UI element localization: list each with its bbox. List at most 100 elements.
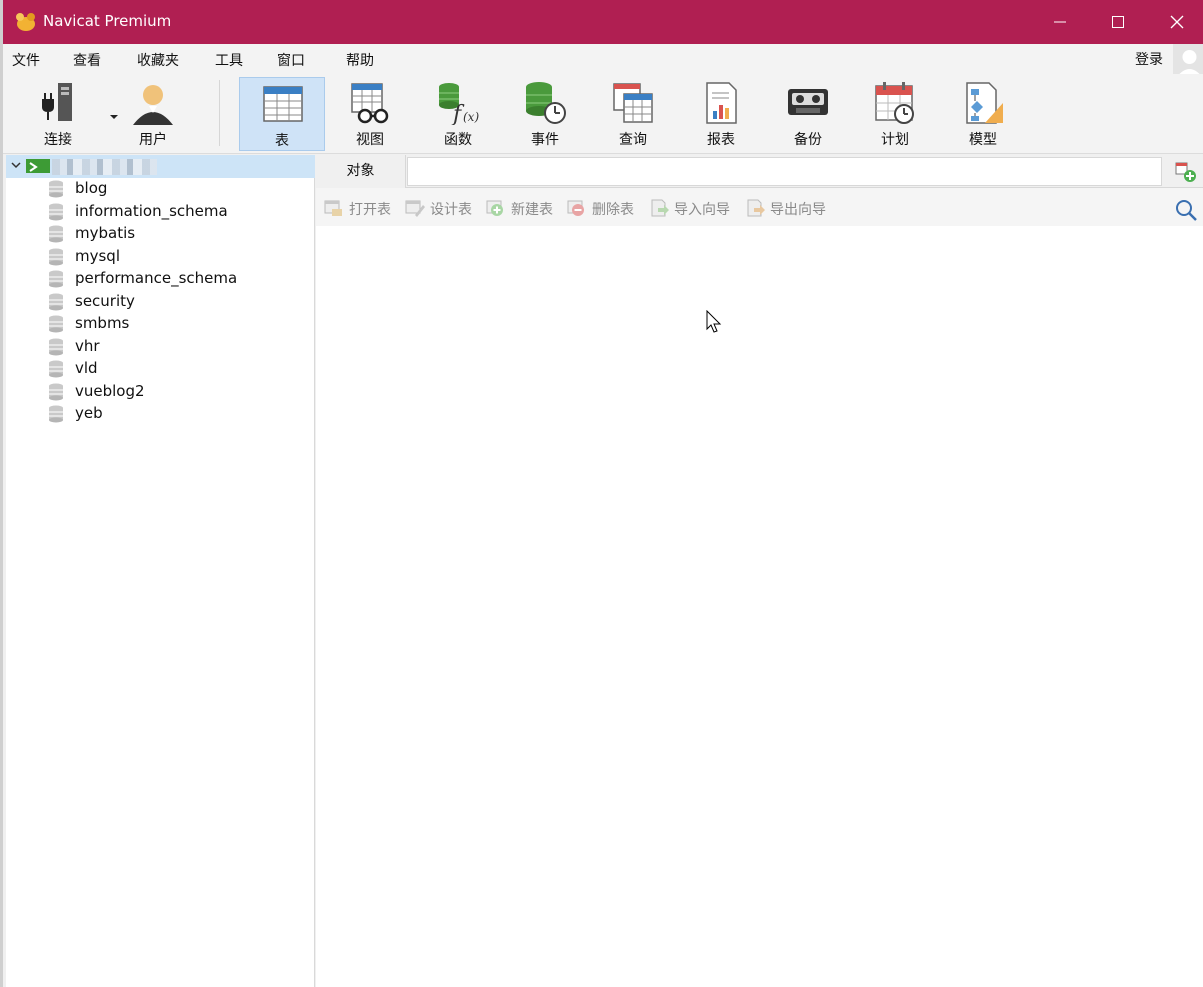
tree-item-database[interactable]: smbms [48,312,308,334]
mysql-connection-icon [26,159,50,173]
database-icon [49,360,63,378]
tree-item-database[interactable]: yeb [48,402,308,424]
tree-root-connection[interactable] [6,155,315,178]
tool-label: 计划 [881,132,909,148]
user-avatar-icon [1176,50,1203,78]
menu-bar: 文件 查看 收藏夹 工具 窗口 帮助 登录 [3,44,1203,78]
export-icon [747,199,765,217]
delete-table-icon [567,200,584,216]
tab-bar: 对象 [316,155,1203,188]
tool-label: 备份 [794,132,822,148]
design-table-label: 设计表 [430,202,472,218]
database-name: yeb [75,404,103,422]
menu-help[interactable]: 帮助 [346,50,374,70]
tool-event[interactable]: 事件 [502,77,588,151]
database-icon [49,338,63,356]
minimize-icon [1054,21,1066,23]
tool-backup[interactable]: 备份 [765,77,851,151]
table-icon [263,86,303,122]
connection-tree[interactable]: blog information_schema mybatis mysql pe… [6,155,315,987]
function-icon: f (x) [439,83,479,125]
tree-item-database[interactable]: security [48,290,308,312]
tree-item-database[interactable]: mybatis [48,222,308,244]
menu-favorites[interactable]: 收藏夹 [137,50,179,70]
database-name: security [75,292,135,310]
database-name: vueblog2 [75,382,145,400]
event-icon [526,82,566,124]
database-name: smbms [75,314,130,332]
tool-function[interactable]: f (x) 函数 [415,77,501,151]
design-table-icon [405,200,425,217]
tree-item-database[interactable]: mysql [48,245,308,267]
maximize-icon [1112,16,1124,28]
object-panel: 对象 打开表 设计表 新建表 删除表 导入向导 导出向导 [316,155,1203,987]
database-icon [49,383,63,401]
tool-label: 函数 [444,132,472,148]
tab-objects[interactable]: 对象 [316,155,406,188]
menu-window[interactable]: 窗口 [277,50,305,70]
svg-text:(x): (x) [463,110,479,124]
backup-icon [788,89,828,115]
tool-label: 查询 [619,132,647,148]
menu-view[interactable]: 查看 [73,50,101,70]
close-button[interactable] [1148,0,1203,44]
tool-label: 连接 [44,132,72,148]
tool-user[interactable]: 用户 [110,77,196,151]
tool-view[interactable]: 视图 [327,77,413,151]
database-name: performance_schema [75,269,238,287]
tool-connection[interactable]: 连接 [15,77,118,151]
tree-item-database[interactable]: vld [48,357,308,379]
database-icon [49,248,63,266]
navicat-window: Navicat Premium 文件 查看 收藏夹 工具 窗口 帮助 登录 连接… [0,0,1203,987]
tree-item-database[interactable]: performance_schema [48,267,308,289]
tool-label: 视图 [356,132,384,148]
object-toolbar: 打开表 设计表 新建表 删除表 导入向导 导出向导 [316,188,1203,226]
tool-model[interactable]: 模型 [940,77,1026,151]
report-icon [706,82,737,124]
model-icon [966,82,1003,124]
maximize-button[interactable] [1089,0,1147,44]
minimize-button[interactable] [1031,0,1089,44]
tree-item-database[interactable]: blog [48,177,308,199]
menu-file[interactable]: 文件 [12,50,40,70]
tool-report[interactable]: 报表 [678,77,764,151]
tree-item-database[interactable]: vhr [48,335,308,357]
plug-icon [42,83,72,121]
open-table-icon [324,200,342,216]
login-link[interactable]: 登录 [1135,49,1163,69]
tool-query[interactable]: 查询 [590,77,676,151]
chevron-down-icon[interactable] [10,159,22,171]
tool-schedule[interactable]: 计划 [852,77,938,151]
connection-name-redacted [52,159,157,175]
navicat-logo-icon [16,13,35,31]
database-name: mysql [75,247,120,265]
database-icon [49,270,63,288]
database-name: vld [75,359,98,377]
open-table-label: 打开表 [349,202,391,218]
tree-item-database[interactable]: information_schema [48,200,308,222]
mouse-cursor-icon [706,310,722,333]
user-icon [133,85,173,125]
tool-table[interactable]: 表 [239,77,325,151]
import-wizard-label: 导入向导 [674,202,730,218]
tab-strip [407,157,1162,186]
new-tab-icon[interactable] [1174,161,1198,183]
main-toolbar: 连接 用户 表 视图 f (x) 函数 事件 查询 报表 备份 计划 模型 [3,74,1203,154]
tool-label: 报表 [707,132,735,148]
schedule-icon [875,82,914,124]
menu-tools[interactable]: 工具 [215,50,243,70]
database-name: information_schema [75,202,228,220]
tool-label: 事件 [531,132,559,148]
database-icon [49,405,63,423]
tool-label: 模型 [969,132,997,148]
view-icon [351,83,389,124]
new-table-icon [486,200,503,216]
avatar[interactable] [1173,44,1203,78]
tree-item-database[interactable]: vueblog2 [48,380,308,402]
delete-table-label: 删除表 [592,202,634,218]
tool-label: 表 [275,133,289,149]
export-wizard-label: 导出向导 [770,202,826,218]
database-name: vhr [75,337,100,355]
search-icon[interactable] [1174,198,1198,222]
title-bar: Navicat Premium [3,0,1203,44]
